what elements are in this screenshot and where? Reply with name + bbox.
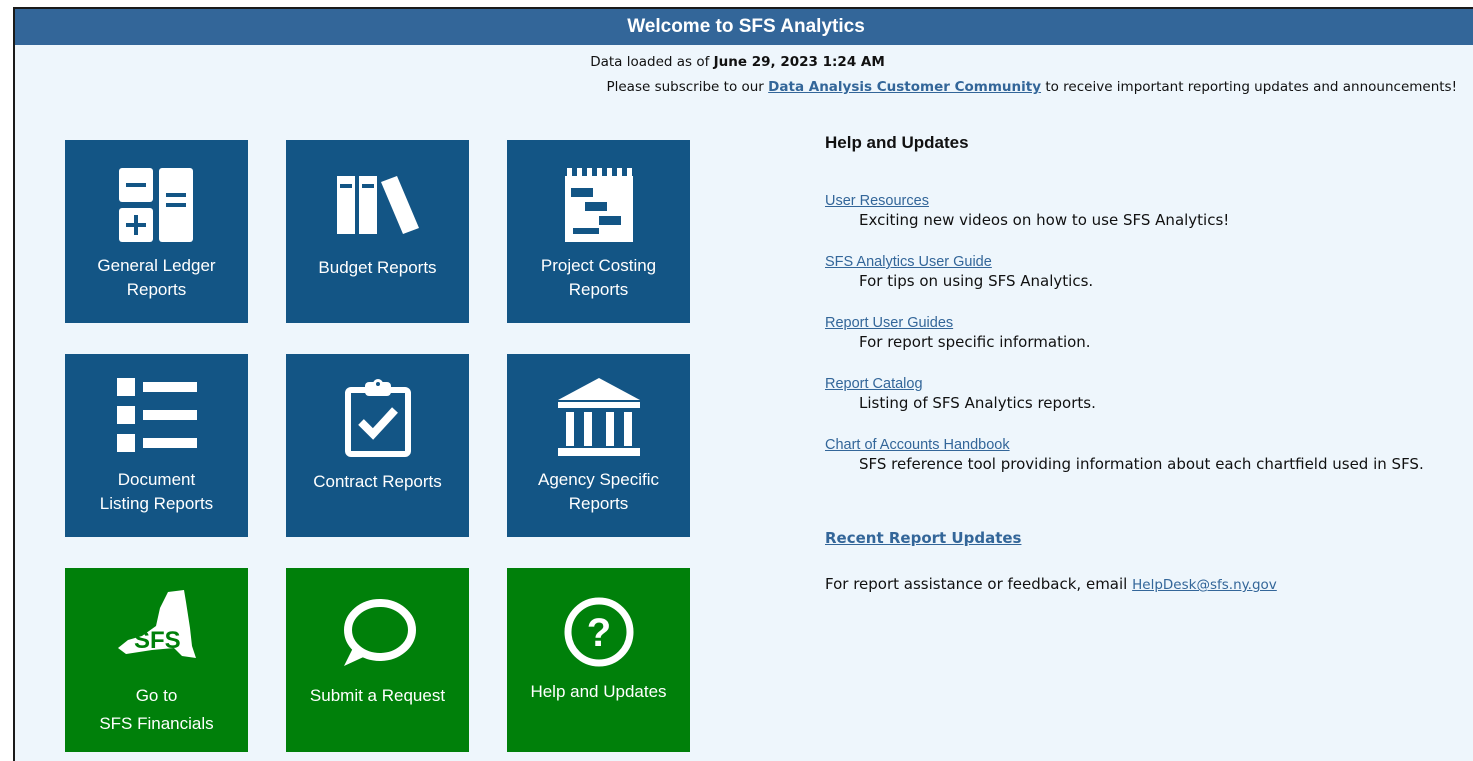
- help-panel-title: Help and Updates: [825, 133, 969, 152]
- document-listing-reports-tile[interactable]: Document Listing Reports: [65, 354, 248, 537]
- subscribe-notice: Please subscribe to our Data Analysis Cu…: [606, 79, 1457, 95]
- sfs-ny-logo-icon: SFS: [65, 568, 248, 678]
- general-ledger-reports-tile[interactable]: General Ledger Reports: [65, 140, 248, 323]
- tile-label-line1: Document: [117, 470, 196, 489]
- tile-label-line1: Budget Reports: [318, 258, 437, 277]
- help-item-coa-handbook: Chart of Accounts Handbook SFS reference…: [825, 437, 1424, 473]
- tile-label-line1: Submit a Request: [309, 686, 446, 705]
- building-columns-icon: [507, 354, 690, 464]
- tile-label-line1: Help and Updates: [530, 682, 667, 701]
- helpdesk-email-link[interactable]: HelpDesk@sfs.ny.gov: [1132, 577, 1277, 593]
- tile-label-line1: Project Costing: [540, 256, 657, 275]
- customer-community-link[interactable]: Data Analysis Customer Community: [768, 79, 1041, 95]
- help-item-report-catalog: Report Catalog Listing of SFS Analytics …: [825, 376, 1096, 412]
- help-item-user-guide: SFS Analytics User Guide For tips on usi…: [825, 254, 1093, 290]
- tile-label-line2: Reports: [568, 280, 629, 299]
- sfs-analytics-user-guide-link[interactable]: SFS Analytics User Guide: [825, 254, 1093, 270]
- contract-reports-tile[interactable]: Contract Reports: [286, 354, 469, 537]
- report-user-guides-link[interactable]: Report User Guides: [825, 315, 1091, 331]
- go-to-sfs-financials-tile[interactable]: SFS Go to SFS Financials: [65, 568, 248, 752]
- help-item-report-user-guides: Report User Guides For report specific i…: [825, 315, 1091, 351]
- assistance-notice: For report assistance or feedback, email…: [825, 575, 1277, 593]
- help-item-desc: For tips on using SFS Analytics.: [859, 272, 1094, 290]
- submit-a-request-tile[interactable]: Submit a Request: [286, 568, 469, 752]
- tile-label-line2: SFS Financials: [99, 714, 214, 733]
- tile-label-line1: Agency Specific: [538, 470, 659, 489]
- subscribe-text-before: Please subscribe to our: [606, 79, 764, 95]
- chart-of-accounts-handbook-link[interactable]: Chart of Accounts Handbook: [825, 437, 1424, 453]
- tile-label-line1: Contract Reports: [313, 472, 442, 491]
- help-item-desc: Listing of SFS Analytics reports.: [859, 394, 1096, 412]
- data-loaded-prefix: Data loaded as of: [590, 54, 710, 70]
- subscribe-text-after: to receive important reporting updates a…: [1045, 79, 1457, 95]
- page-frame: Welcome to SFS Analytics Data loaded as …: [13, 7, 1473, 761]
- help-and-updates-tile[interactable]: ? Help and Updates: [507, 568, 690, 752]
- tile-label-line2: Reports: [126, 280, 187, 299]
- help-item-desc: SFS reference tool providing information…: [859, 455, 1424, 473]
- page-title-bar: Welcome to SFS Analytics: [15, 9, 1473, 45]
- calculator-icon: [65, 140, 248, 250]
- recent-report-updates-link[interactable]: Recent Report Updates: [825, 529, 1021, 547]
- user-resources-link[interactable]: User Resources: [825, 193, 1229, 209]
- report-catalog-link[interactable]: Report Catalog: [825, 376, 1096, 392]
- list-icon: [65, 354, 248, 464]
- svg-text:?: ?: [586, 611, 610, 655]
- data-loaded-notice: Data loaded as of June 29, 2023 1:24 AM: [15, 54, 1460, 70]
- help-item-desc: Exciting new videos on how to use SFS An…: [859, 211, 1230, 229]
- tile-label-line2: Reports: [568, 494, 629, 513]
- project-costing-reports-tile[interactable]: Project Costing Reports: [507, 140, 690, 323]
- data-loaded-date: June 29, 2023 1:24 AM: [713, 54, 885, 70]
- page-title: Welcome to SFS Analytics: [627, 16, 865, 37]
- tile-label-line1: Go to: [135, 686, 178, 705]
- question-circle-icon: ?: [507, 568, 690, 678]
- tile-label-line2: Listing Reports: [99, 494, 214, 513]
- svg-text:SFS: SFS: [134, 627, 181, 654]
- books-icon: [286, 140, 469, 250]
- help-item-desc: For report specific information.: [859, 333, 1091, 351]
- gantt-notepad-icon: [507, 140, 690, 250]
- budget-reports-tile[interactable]: Budget Reports: [286, 140, 469, 323]
- clipboard-check-icon: [286, 354, 469, 464]
- help-item-user-resources: User Resources Exciting new videos on ho…: [825, 193, 1229, 229]
- agency-specific-reports-tile[interactable]: Agency Specific Reports: [507, 354, 690, 537]
- speech-bubble-icon: [286, 568, 469, 678]
- assistance-text: For report assistance or feedback, email: [825, 575, 1128, 593]
- tile-label-line1: General Ledger: [97, 256, 216, 275]
